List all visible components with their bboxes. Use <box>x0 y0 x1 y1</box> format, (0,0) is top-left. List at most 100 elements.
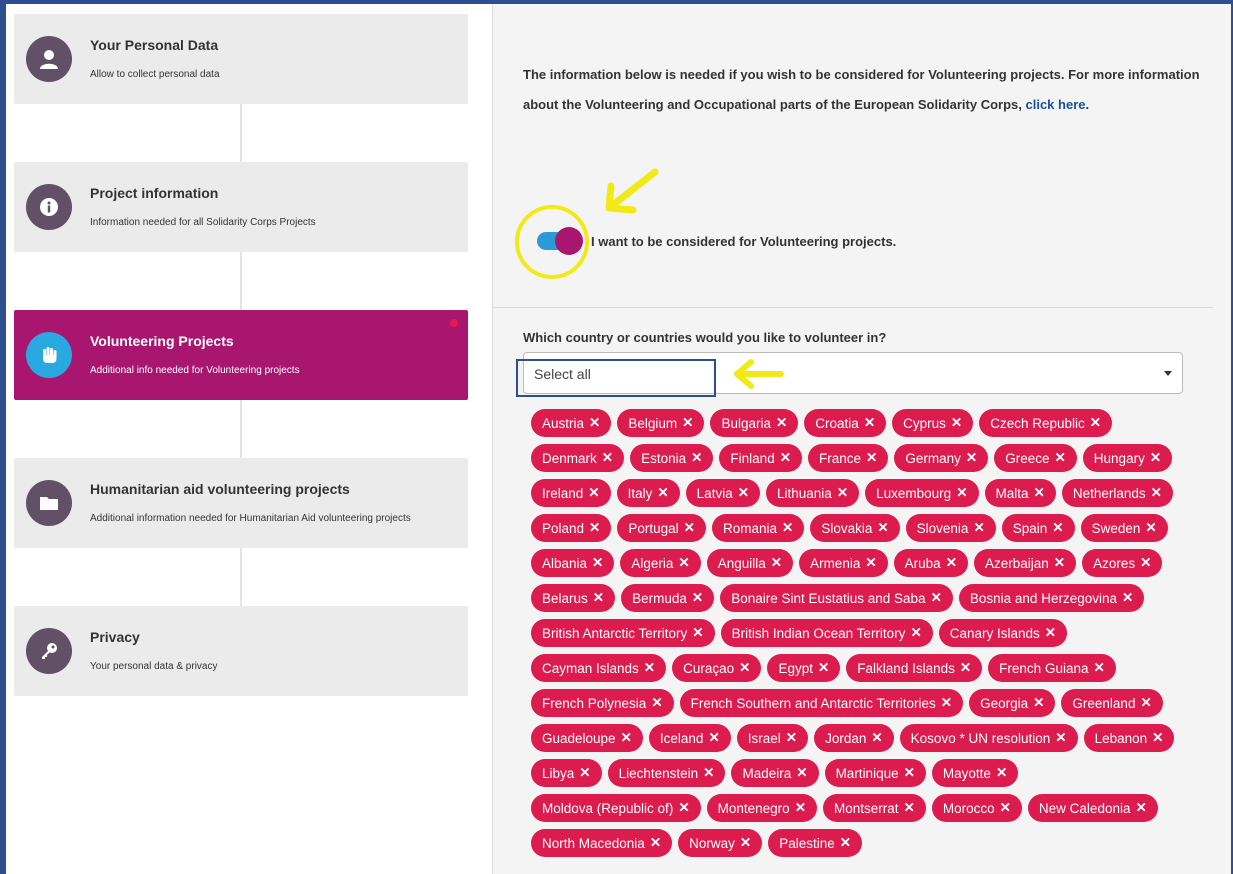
close-icon[interactable]: ✕ <box>651 695 662 711</box>
close-icon[interactable]: ✕ <box>579 765 590 781</box>
country-tag[interactable]: Croatia ✕ <box>804 409 887 437</box>
close-icon[interactable]: ✕ <box>678 555 689 571</box>
step-personal-data[interactable]: Your Personal Data Allow to collect pers… <box>14 14 468 104</box>
country-tag[interactable]: Palestine ✕ <box>768 829 863 857</box>
country-tag[interactable]: French Guiana ✕ <box>988 654 1116 682</box>
close-icon[interactable]: ✕ <box>1135 800 1146 816</box>
country-tag[interactable]: French Polynesia ✕ <box>531 689 674 717</box>
close-icon[interactable]: ✕ <box>602 450 613 466</box>
close-icon[interactable]: ✕ <box>1140 555 1151 571</box>
country-select[interactable]: Select all <box>523 352 1183 394</box>
country-tag[interactable]: Morocco ✕ <box>931 794 1022 822</box>
country-tag[interactable]: Malta ✕ <box>984 479 1056 507</box>
country-tag[interactable]: Romania ✕ <box>711 514 805 542</box>
country-tag[interactable]: Bonaire Sint Eustatius and Saba ✕ <box>720 584 953 612</box>
country-tag[interactable]: Albania ✕ <box>531 549 615 577</box>
country-tag[interactable]: Italy ✕ <box>616 479 680 507</box>
country-tag[interactable]: Azerbaijan ✕ <box>974 549 1077 577</box>
country-tag[interactable]: Mayotte ✕ <box>931 759 1019 787</box>
country-tag[interactable]: Norway ✕ <box>678 829 763 857</box>
close-icon[interactable]: ✕ <box>692 625 703 641</box>
close-icon[interactable]: ✕ <box>588 485 599 501</box>
close-icon[interactable]: ✕ <box>941 695 952 711</box>
step-humanitarian-aid[interactable]: Humanitarian aid volunteering projects A… <box>14 458 468 548</box>
close-icon[interactable]: ✕ <box>708 730 719 746</box>
country-tag[interactable]: Azores ✕ <box>1082 549 1163 577</box>
country-tag[interactable]: Liechtenstein ✕ <box>607 759 726 787</box>
close-icon[interactable]: ✕ <box>1151 485 1162 501</box>
country-tag[interactable]: Canary Islands ✕ <box>938 619 1068 647</box>
close-icon[interactable]: ✕ <box>703 765 714 781</box>
close-icon[interactable]: ✕ <box>910 625 921 641</box>
close-icon[interactable]: ✕ <box>589 415 600 431</box>
close-icon[interactable]: ✕ <box>931 590 942 606</box>
country-tag[interactable]: Sweden ✕ <box>1080 514 1168 542</box>
country-tag[interactable]: Belgium ✕ <box>617 409 705 437</box>
country-tag[interactable]: Montenegro ✕ <box>706 794 817 822</box>
close-icon[interactable]: ✕ <box>650 835 661 851</box>
step-volunteering-projects[interactable]: Volunteering Projects Additional info ne… <box>14 310 468 400</box>
close-icon[interactable]: ✕ <box>837 485 848 501</box>
country-tag[interactable]: Cyprus ✕ <box>892 409 974 437</box>
click-here-link[interactable]: click here <box>1026 97 1086 112</box>
close-icon[interactable]: ✕ <box>877 520 888 536</box>
country-tag[interactable]: Lithuania ✕ <box>766 479 860 507</box>
country-tag[interactable]: Jordan ✕ <box>814 724 894 752</box>
close-icon[interactable]: ✕ <box>1145 520 1156 536</box>
country-tag[interactable]: Guadeloupe ✕ <box>531 724 643 752</box>
close-icon[interactable]: ✕ <box>692 590 703 606</box>
close-icon[interactable]: ✕ <box>1054 450 1065 466</box>
close-icon[interactable]: ✕ <box>960 660 971 676</box>
country-tag[interactable]: Greece ✕ <box>994 444 1077 472</box>
country-tag[interactable]: North Macedonia ✕ <box>531 829 673 857</box>
close-icon[interactable]: ✕ <box>593 590 604 606</box>
close-icon[interactable]: ✕ <box>657 485 668 501</box>
close-icon[interactable]: ✕ <box>796 765 807 781</box>
close-icon[interactable]: ✕ <box>621 730 632 746</box>
country-tag[interactable]: Slovakia ✕ <box>810 514 900 542</box>
close-icon[interactable]: ✕ <box>684 520 695 536</box>
country-tag[interactable]: Austria ✕ <box>531 409 612 437</box>
close-icon[interactable]: ✕ <box>904 800 915 816</box>
close-icon[interactable]: ✕ <box>1055 730 1066 746</box>
close-icon[interactable]: ✕ <box>678 800 689 816</box>
country-tag[interactable]: Greenland ✕ <box>1061 689 1163 717</box>
country-tag[interactable]: Lebanon ✕ <box>1083 724 1175 752</box>
close-icon[interactable]: ✕ <box>795 800 806 816</box>
country-tag[interactable]: Madeira ✕ <box>731 759 819 787</box>
country-tag[interactable]: Bulgaria ✕ <box>710 409 799 437</box>
country-tag[interactable]: Curaçao ✕ <box>672 654 762 682</box>
country-tag[interactable]: Denmark ✕ <box>531 444 625 472</box>
close-icon[interactable]: ✕ <box>782 520 793 536</box>
country-tag[interactable]: France ✕ <box>808 444 889 472</box>
close-icon[interactable]: ✕ <box>1122 590 1133 606</box>
close-icon[interactable]: ✕ <box>946 555 957 571</box>
country-tag[interactable]: Bosnia and Herzegovina ✕ <box>958 584 1145 612</box>
country-tag[interactable]: Anguilla ✕ <box>706 549 794 577</box>
country-tag[interactable]: Libya ✕ <box>531 759 602 787</box>
close-icon[interactable]: ✕ <box>1033 695 1044 711</box>
close-icon[interactable]: ✕ <box>1090 415 1101 431</box>
country-tag[interactable]: Germany ✕ <box>894 444 989 472</box>
country-tag[interactable]: Finland ✕ <box>719 444 803 472</box>
close-icon[interactable]: ✕ <box>1045 625 1056 641</box>
country-tag[interactable]: British Indian Ocean Territory ✕ <box>720 619 933 647</box>
step-privacy[interactable]: Privacy Your personal data & privacy <box>14 606 468 696</box>
country-tag[interactable]: British Antarctic Territory ✕ <box>531 619 715 647</box>
close-icon[interactable]: ✕ <box>973 520 984 536</box>
close-icon[interactable]: ✕ <box>738 485 749 501</box>
close-icon[interactable]: ✕ <box>739 660 750 676</box>
country-tag[interactable]: Belarus ✕ <box>531 584 616 612</box>
close-icon[interactable]: ✕ <box>780 450 791 466</box>
close-icon[interactable]: ✕ <box>865 555 876 571</box>
country-tag[interactable]: Latvia ✕ <box>685 479 761 507</box>
country-tag[interactable]: Iceland ✕ <box>648 724 731 752</box>
country-tag[interactable]: Cayman Islands ✕ <box>531 654 667 682</box>
close-icon[interactable]: ✕ <box>1093 660 1104 676</box>
close-icon[interactable]: ✕ <box>1052 520 1063 536</box>
close-icon[interactable]: ✕ <box>644 660 655 676</box>
close-icon[interactable]: ✕ <box>1054 555 1065 571</box>
country-tag[interactable]: Estonia ✕ <box>630 444 714 472</box>
country-tag[interactable]: Hungary ✕ <box>1082 444 1173 472</box>
country-tag[interactable]: Ireland ✕ <box>531 479 611 507</box>
